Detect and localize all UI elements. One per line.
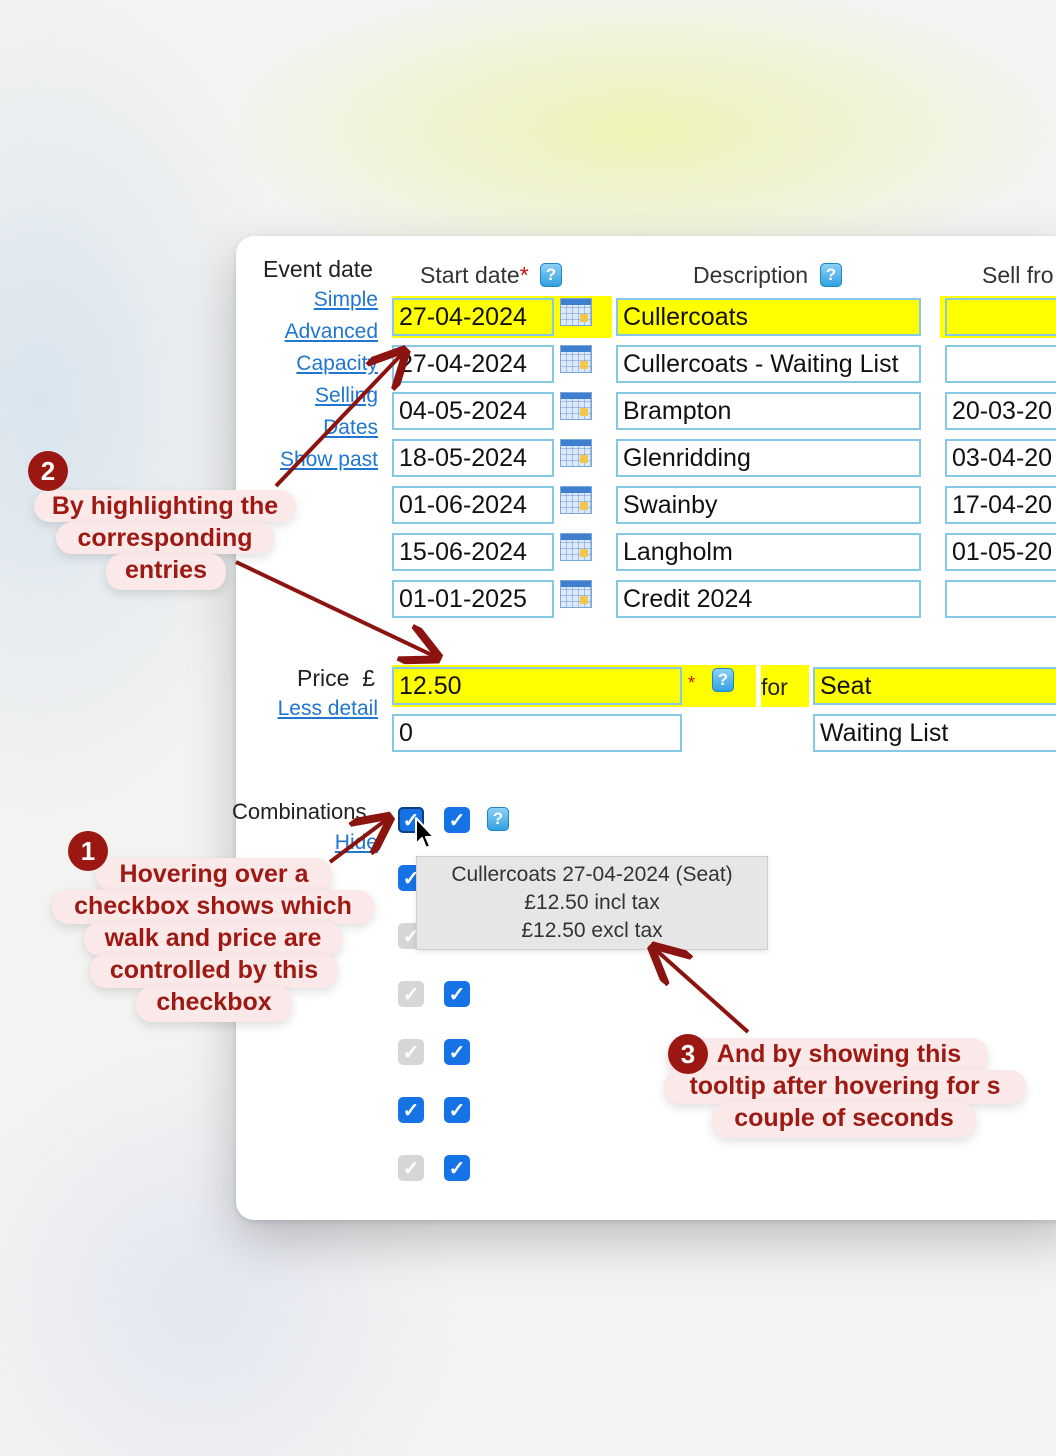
annotation-3-line: And by showing this	[666, 1038, 988, 1072]
annotation-1-line: checkbox shows which	[52, 890, 374, 924]
annotation-1-badge: 1	[68, 831, 108, 871]
annotation-arrows	[235, 0, 750, 1034]
arrow-to-checkbox	[328, 820, 386, 864]
annotation-3-line: tooltip after hovering for s	[664, 1070, 1026, 1104]
annotation-1-line: checkbox	[136, 986, 292, 1022]
annotation-2-badge: 2	[28, 451, 68, 491]
annotation-1-line: walk and price are	[84, 922, 342, 956]
annotation-1-line: controlled by this	[90, 954, 338, 988]
arrow-to-tooltip	[656, 950, 750, 1034]
arrow-to-price-row	[235, 560, 434, 656]
arrow-to-date-row	[274, 354, 402, 488]
annotation-3-line: couple of seconds	[712, 1102, 976, 1138]
annotation-2-line: By highlighting the	[34, 490, 296, 522]
annotation-3-badge: 3	[668, 1034, 708, 1074]
annotation-1-line: Hovering over a	[96, 858, 332, 892]
annotation-2-line: corresponding	[56, 522, 274, 554]
annotation-2-line: entries	[106, 554, 226, 590]
